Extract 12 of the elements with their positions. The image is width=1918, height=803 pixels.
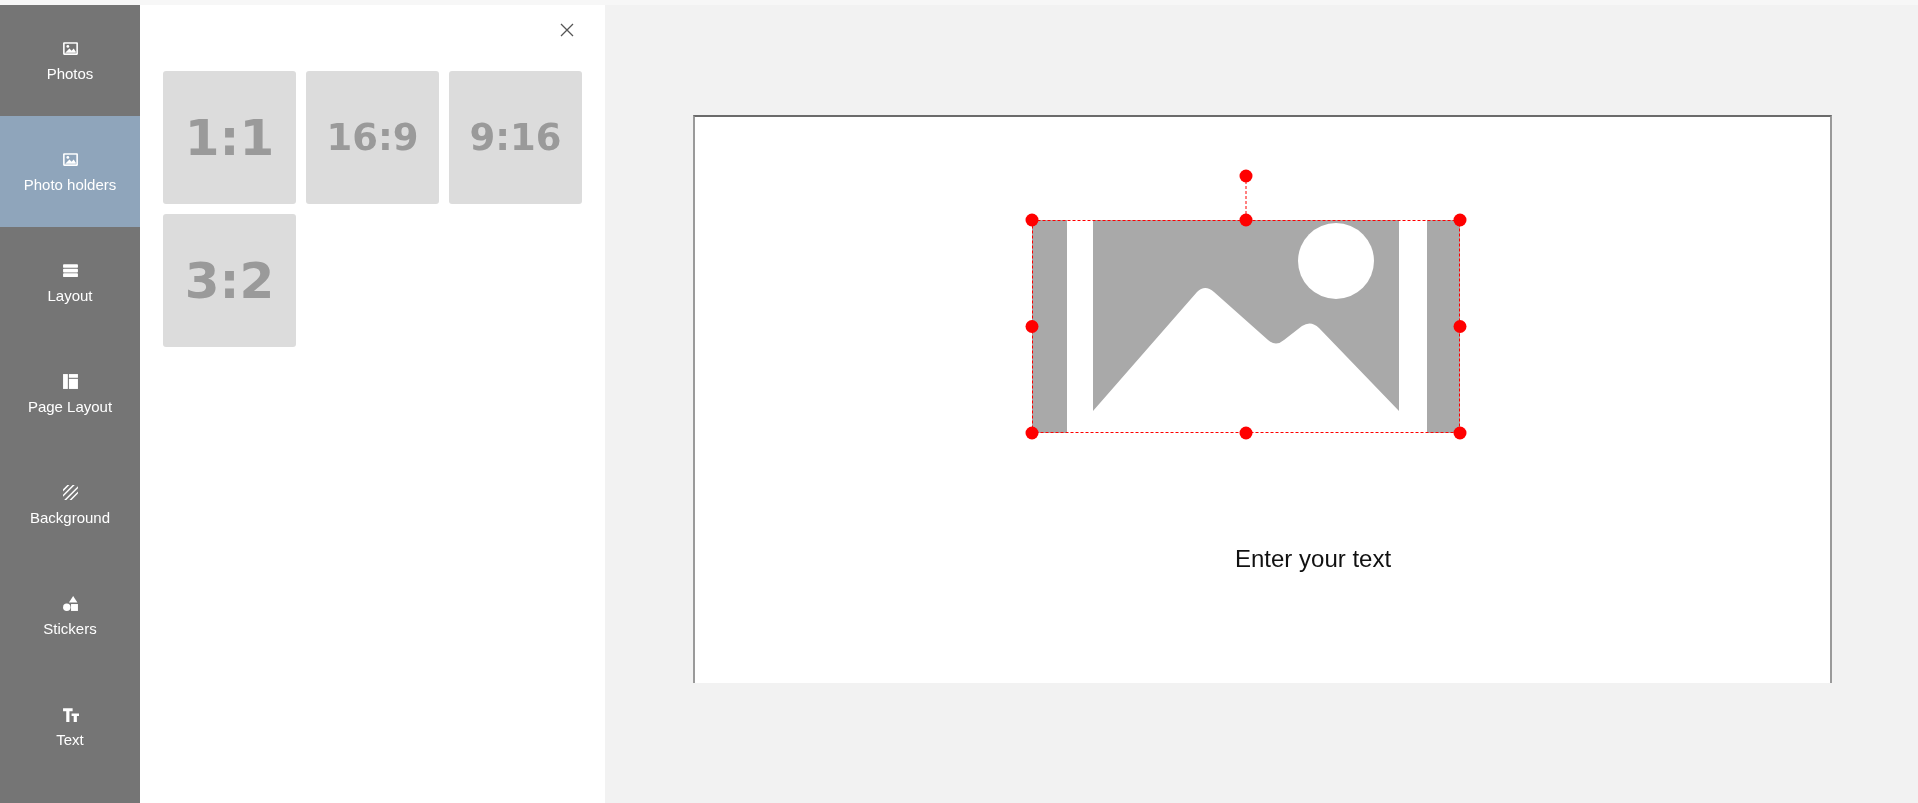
image-icon	[61, 39, 79, 57]
selection-frame[interactable]	[1025, 169, 1467, 440]
image-placeholder-drawing[interactable]	[1032, 220, 1460, 433]
text-box[interactable]: Enter your text	[1235, 545, 1392, 573]
server-stack-icon	[61, 261, 79, 279]
image-icon	[61, 150, 79, 168]
columns-layout-icon	[61, 372, 79, 390]
text-size-icon	[61, 705, 79, 723]
close-icon	[559, 22, 575, 38]
diagonal-stripes-icon	[61, 483, 79, 501]
sidebar-item[interactable]: Photo holders	[0, 116, 140, 227]
shapes-icon	[61, 594, 79, 612]
